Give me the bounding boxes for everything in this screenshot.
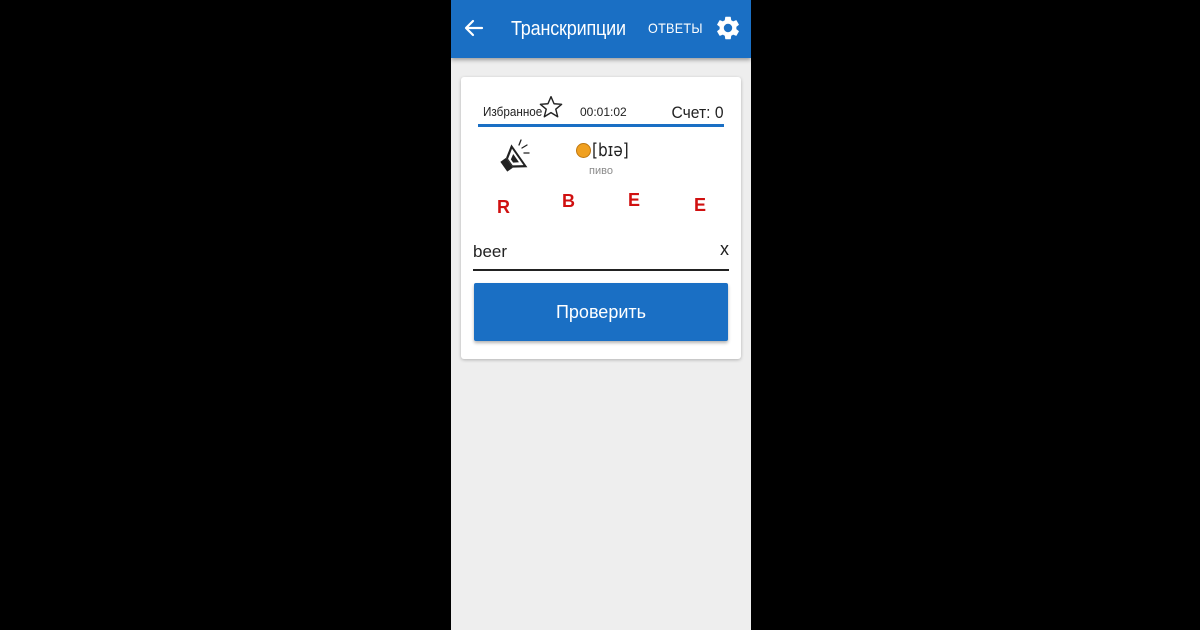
letter-tile[interactable]: R bbox=[497, 197, 510, 218]
favorite-label: Избранное bbox=[483, 104, 543, 119]
letter-tile[interactable]: E bbox=[694, 195, 706, 216]
clear-button[interactable]: x bbox=[720, 239, 729, 260]
header-divider bbox=[478, 124, 724, 127]
letter-tile[interactable]: B bbox=[562, 191, 575, 212]
star-outline-icon[interactable] bbox=[538, 93, 564, 121]
check-button[interactable]: Проверить bbox=[474, 283, 728, 341]
transcription-text: [bɪə] bbox=[592, 140, 629, 161]
answer-field: x bbox=[473, 237, 729, 271]
letter-tile[interactable]: E bbox=[628, 190, 640, 211]
phone-screen: Транскрипции ОТВЕТЫ Избранное 00:01:02 С… bbox=[451, 0, 751, 630]
speaker-icon[interactable] bbox=[497, 137, 531, 177]
timer: 00:01:02 bbox=[580, 105, 627, 119]
status-dot bbox=[576, 143, 591, 158]
score-label: Счет: 0 bbox=[671, 103, 724, 122]
back-arrow-icon[interactable] bbox=[463, 16, 485, 40]
page-title: Транскрипции bbox=[511, 18, 626, 40]
answer-input[interactable] bbox=[473, 239, 703, 265]
app-bar: Транскрипции ОТВЕТЫ bbox=[451, 0, 751, 58]
exercise-card: Избранное 00:01:02 Счет: 0 [bɪə] пиво R … bbox=[461, 77, 741, 359]
gear-icon[interactable] bbox=[714, 12, 742, 44]
translation-text: пиво bbox=[589, 165, 613, 177]
answers-button[interactable]: ОТВЕТЫ bbox=[648, 20, 703, 36]
